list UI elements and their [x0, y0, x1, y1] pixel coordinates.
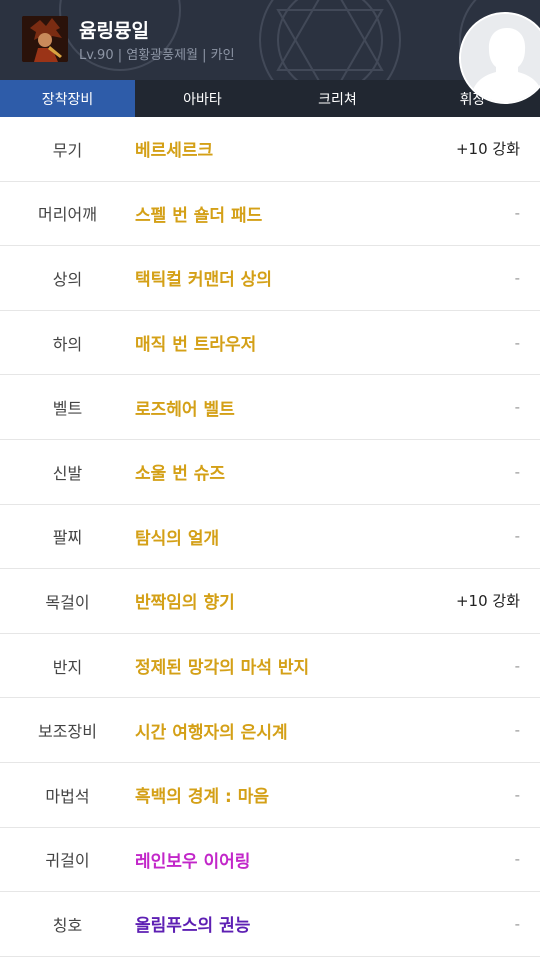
user-silhouette-icon [461, 14, 540, 102]
character-thumbnail[interactable] [22, 16, 68, 62]
equipment-row[interactable]: 상의 택틱컬 커맨더 상의 - [0, 246, 540, 311]
equipment-item-name[interactable]: 매직 번 트라우저 [135, 330, 400, 355]
equipment-enhance-level: - [514, 268, 520, 287]
equipment-enhance-level: - [514, 785, 520, 804]
equipment-slot-label: 목걸이 [45, 592, 90, 612]
tab-bar: 장착장비 아바타 크리쳐 휘장 [0, 80, 540, 117]
equipment-item-name[interactable]: 베르세르크 [135, 136, 400, 161]
equipment-enhance-level: +10 강화 [455, 592, 520, 611]
equipment-enhance-level: - [514, 527, 520, 546]
equipment-enhance-level: - [514, 204, 520, 223]
tab-creature[interactable]: 크리쳐 [270, 80, 405, 117]
equipment-slot-label: 머리어깨 [38, 205, 97, 225]
equipment-slot-label: 마법석 [45, 786, 90, 806]
equipment-item-name[interactable]: 반짝임의 향기 [135, 588, 400, 613]
equipment-slot-label: 신발 [52, 463, 83, 483]
equipment-row[interactable]: 귀걸이 레인보우 이어링 - [0, 828, 540, 893]
equipment-row[interactable]: 머리어깨 스펠 번 숄더 패드 - [0, 182, 540, 247]
equipment-item-name[interactable]: 로즈헤어 벨트 [135, 395, 400, 420]
equipment-slot-label: 팔찌 [52, 528, 83, 548]
avatar[interactable] [459, 12, 540, 104]
equipment-row[interactable]: 벨트 로즈헤어 벨트 - [0, 375, 540, 440]
equipment-enhance-level: - [514, 398, 520, 417]
equipment-row[interactable]: 목걸이 반짝임의 향기 +10 강화 [0, 569, 540, 634]
equipment-enhance-level: - [514, 914, 520, 933]
tab-equipment[interactable]: 장착장비 [0, 80, 135, 117]
equipment-enhance-level: - [514, 462, 520, 481]
equipment-item-name[interactable]: 소울 번 슈즈 [135, 459, 400, 484]
equipment-row[interactable]: 마법석 흑백의 경계 : 마음 - [0, 763, 540, 828]
equipment-list: 무기 베르세르크 +10 강화 머리어깨 스펠 번 숄더 패드 - 상의 택틱컬 커맨더 상의… [0, 117, 540, 957]
tab-avatar[interactable]: 아바타 [135, 80, 270, 117]
equipment-row[interactable]: 팔찌 탐식의 얼개 - [0, 505, 540, 570]
equipment-item-name[interactable]: 정제된 망각의 마석 반지 [135, 653, 400, 678]
equipment-enhance-level: - [514, 721, 520, 740]
equipment-item-name[interactable]: 스펠 번 숄더 패드 [135, 201, 400, 226]
equipment-item-name[interactable]: 올림푸스의 권능 [135, 911, 400, 936]
equipment-enhance-level: - [514, 656, 520, 675]
equipment-slot-label: 하의 [52, 334, 83, 354]
character-subtitle: Lv.90 | 염황광풍제월 | 카인 [79, 48, 235, 63]
equipment-enhance-level: - [514, 333, 520, 352]
equipment-slot-label: 반지 [52, 657, 83, 677]
equipment-slot-label: 칭호 [52, 915, 83, 935]
equipment-item-name[interactable]: 레인보우 이어링 [135, 847, 400, 872]
equipment-row[interactable]: 반지 정제된 망각의 마석 반지 - [0, 634, 540, 699]
equipment-slot-label: 무기 [52, 140, 83, 160]
equipment-enhance-level: - [514, 850, 520, 869]
equipment-slot-label: 벨트 [52, 399, 83, 419]
equipment-item-name[interactable]: 시간 여행자의 은시계 [135, 718, 400, 743]
profile-header: 윰링뮹일 Lv.90 | 염황광풍제월 | 카인 [0, 0, 540, 80]
equipment-row[interactable]: 칭호 올림푸스의 권능 - [0, 892, 540, 957]
equipment-slot-label: 상의 [52, 269, 83, 289]
equipment-slot-label: 보조장비 [38, 722, 97, 742]
equipment-item-name[interactable]: 택틱컬 커맨더 상의 [135, 265, 400, 290]
equipment-row[interactable]: 보조장비 시간 여행자의 은시계 - [0, 698, 540, 763]
equipment-item-name[interactable]: 흑백의 경계 : 마음 [135, 782, 400, 807]
equipment-row[interactable]: 신발 소울 번 슈즈 - [0, 440, 540, 505]
equipment-slot-label: 귀걸이 [45, 851, 90, 871]
equipment-item-name[interactable]: 탐식의 얼개 [135, 524, 400, 549]
equipment-enhance-level: +10 강화 [455, 140, 520, 159]
character-name: 윰링뮹일 [79, 20, 149, 42]
equipment-row[interactable]: 하의 매직 번 트라우저 - [0, 311, 540, 376]
equipment-row[interactable]: 무기 베르세르크 +10 강화 [0, 117, 540, 182]
